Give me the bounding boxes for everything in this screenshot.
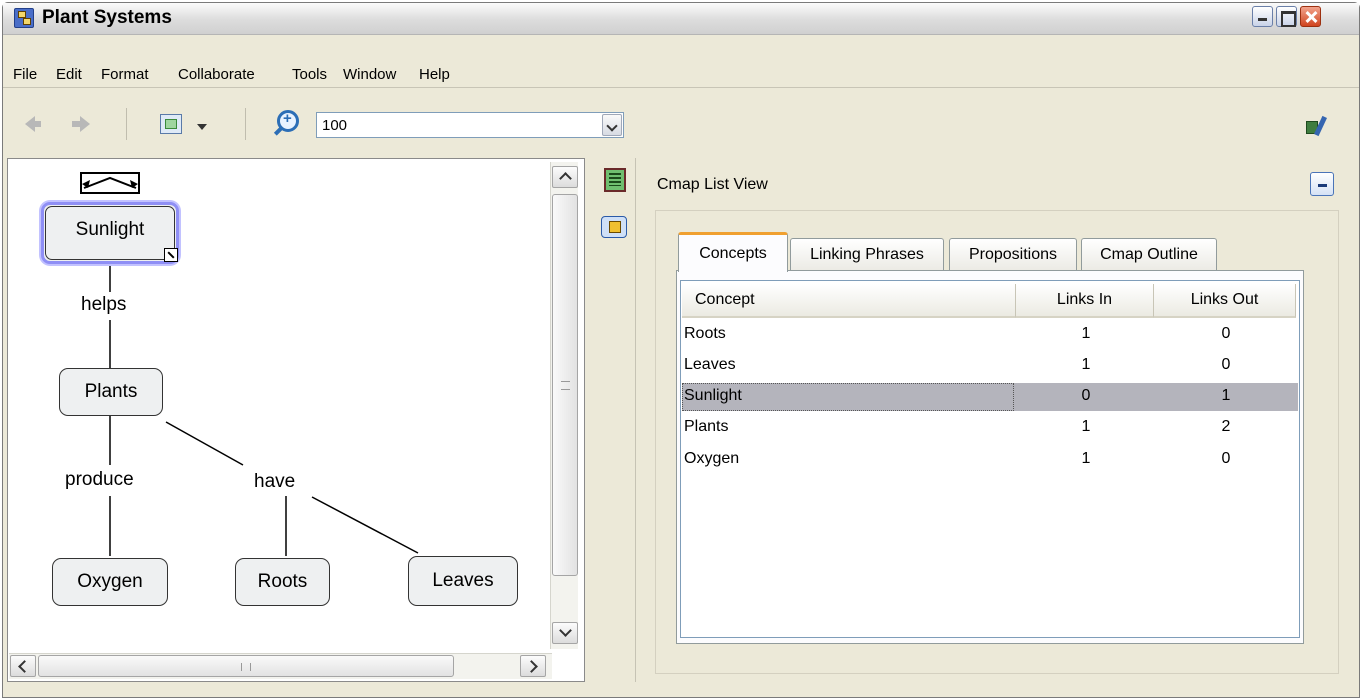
tab-propositions[interactable]: Propositions — [949, 238, 1077, 270]
chevron-down-icon[interactable] — [197, 124, 207, 130]
zoom-value[interactable]: 100 — [322, 117, 347, 134]
scroll-down-button[interactable] — [552, 622, 578, 644]
scroll-right-button[interactable] — [520, 655, 546, 677]
linking-phrase-helps[interactable]: helps — [79, 294, 129, 316]
tab-cmap-outline[interactable]: Cmap Outline — [1081, 238, 1217, 270]
concept-roots[interactable]: Roots — [235, 558, 330, 606]
concept-label: Oxygen — [77, 571, 143, 592]
back-arrow-icon[interactable] — [25, 116, 41, 132]
forward-arrow-icon[interactable] — [72, 116, 90, 132]
column-header-links-in[interactable]: Links In — [1016, 284, 1154, 318]
zoom-icon[interactable] — [277, 110, 299, 132]
menu-edit[interactable]: Edit — [56, 66, 82, 83]
concept-leaves[interactable]: Leaves — [408, 556, 518, 606]
minimize-button[interactable] — [1252, 6, 1273, 27]
table-row-links-in[interactable]: 1 — [1016, 444, 1156, 474]
concept-label: Roots — [257, 571, 308, 592]
scroll-up-button[interactable] — [552, 166, 578, 188]
tab-linking-phrases[interactable]: Linking Phrases — [790, 238, 944, 270]
linking-phrase-have[interactable]: have — [252, 471, 298, 493]
menu-file[interactable]: File — [13, 66, 37, 83]
cmap-app-icon — [14, 8, 34, 28]
close-button[interactable] — [1300, 6, 1321, 27]
toolbar-separator — [245, 108, 246, 140]
resize-handle-icon[interactable] — [164, 248, 178, 262]
zoom-combo[interactable]: 100 — [316, 112, 624, 138]
column-header-label: Links In — [1056, 291, 1113, 308]
horizontal-scroll-thumb[interactable] — [38, 655, 454, 677]
menu-collaborate[interactable]: Collaborate — [178, 66, 255, 83]
column-header-links-out[interactable]: Links Out — [1154, 284, 1296, 318]
toolbar-separator — [126, 108, 127, 140]
concept-label: Plants — [84, 381, 138, 402]
zoom-dropdown-button[interactable] — [602, 114, 622, 136]
tab-label: Cmap Outline — [1100, 245, 1198, 263]
table-row-concept[interactable]: Roots — [684, 319, 1014, 349]
collapse-panel-button[interactable] — [1310, 172, 1334, 196]
concept-sunlight[interactable]: Sunlight — [41, 202, 179, 264]
views-icon[interactable] — [160, 114, 182, 134]
tab-label: Propositions — [968, 245, 1058, 263]
table-row-links-in[interactable]: 0 — [1016, 381, 1156, 411]
tab-label: Linking Phrases — [810, 245, 924, 263]
table-row-links-in[interactable]: 1 — [1016, 319, 1156, 349]
menu-window[interactable]: Window — [343, 66, 396, 83]
scroll-left-button[interactable] — [10, 655, 36, 677]
column-header-concept[interactable]: Concept — [682, 284, 1016, 318]
list-view-icon[interactable] — [604, 168, 626, 192]
table-row-links-out[interactable]: 1 — [1156, 381, 1296, 411]
menu-format[interactable]: Format — [101, 66, 149, 83]
menu-bar: File Edit Format Collaborate Tools Windo… — [3, 62, 1359, 88]
menu-help[interactable]: Help — [419, 66, 450, 83]
table-row-links-out[interactable]: 0 — [1156, 350, 1296, 380]
table-row-links-in[interactable]: 1 — [1016, 412, 1156, 442]
tab-label: Concepts — [699, 244, 767, 262]
concept-oxygen[interactable]: Oxygen — [52, 558, 168, 606]
styles-tool-icon[interactable] — [1306, 116, 1328, 136]
linking-phrase-produce[interactable]: produce — [63, 469, 136, 491]
table-row-links-out[interactable]: 0 — [1156, 319, 1296, 349]
table-row-links-in[interactable]: 1 — [1016, 350, 1156, 380]
window-title: Plant Systems — [42, 7, 172, 28]
concept-label: Sunlight — [75, 219, 145, 240]
table-row-links-out[interactable]: 2 — [1156, 412, 1296, 442]
table-row-concept[interactable]: Plants — [684, 412, 1014, 442]
table-row-links-out[interactable]: 0 — [1156, 444, 1296, 474]
concept-label: Leaves — [432, 570, 494, 591]
move-handle-icon — [82, 176, 138, 189]
maximize-button[interactable] — [1276, 6, 1297, 27]
table-row-concept[interactable]: Oxygen — [684, 444, 1014, 474]
move-handle[interactable] — [80, 172, 140, 194]
concept-plants[interactable]: Plants — [59, 368, 163, 416]
menu-tools[interactable]: Tools — [292, 66, 327, 83]
title-bar — [3, 3, 1359, 35]
cmap-view-icon[interactable] — [601, 216, 627, 238]
table-row-concept[interactable]: Leaves — [684, 350, 1014, 380]
table-row-concept[interactable]: Sunlight — [684, 381, 1014, 411]
tab-concepts[interactable]: Concepts — [678, 232, 788, 272]
column-header-label: Concept — [695, 291, 755, 308]
column-header-label: Links Out — [1190, 291, 1259, 308]
vertical-scroll-thumb[interactable] — [552, 194, 578, 576]
panel-title: Cmap List View — [657, 176, 768, 193]
